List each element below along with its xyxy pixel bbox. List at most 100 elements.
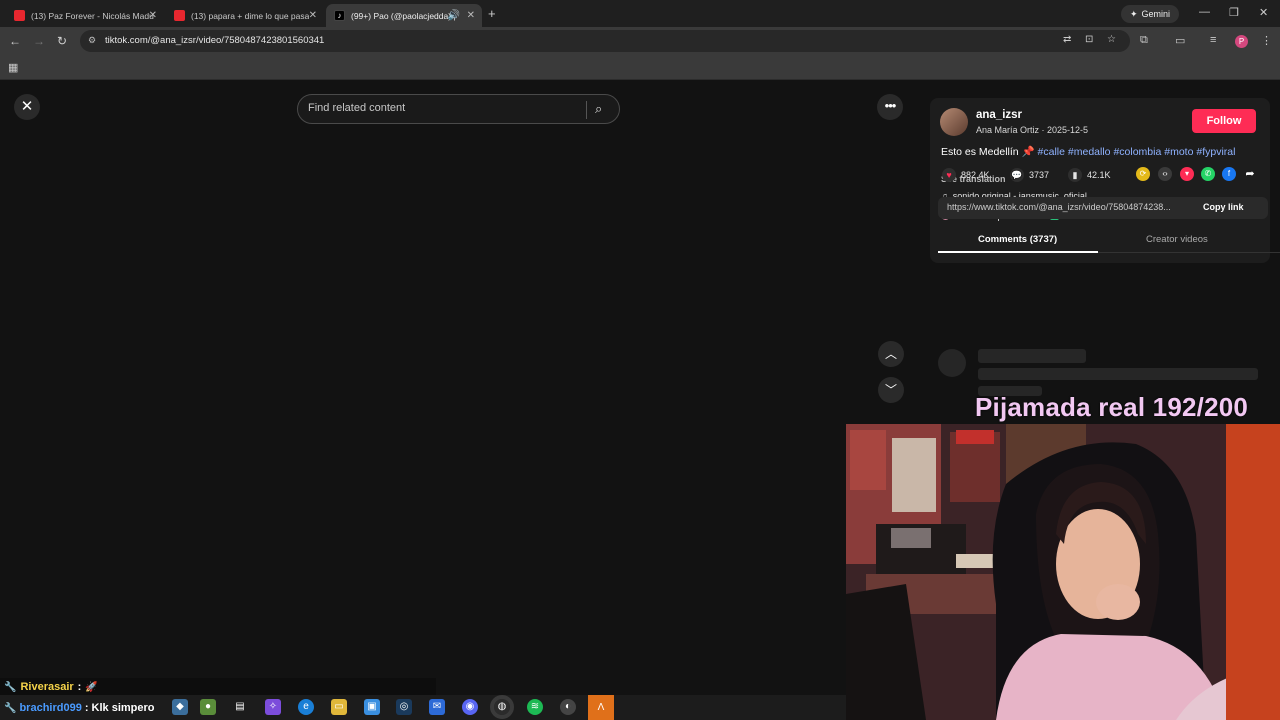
back-icon[interactable]: ← (9, 34, 21, 48)
reload-icon[interactable]: ↻ (57, 34, 67, 48)
close-tab-icon[interactable]: ✕ (149, 10, 157, 21)
chat-text: : (77, 681, 82, 693)
next-video-button[interactable]: ﹀ (878, 377, 904, 403)
browser-tab-1[interactable]: (13) Paz Forever - Nicolás Madu ✕ (6, 4, 164, 27)
profile-avatar[interactable]: P (1235, 35, 1248, 48)
hashtag-link[interactable]: #medallo (1068, 146, 1111, 158)
comment-count: 3737 (1029, 170, 1050, 180)
author-display-name: Ana María Ortiz (976, 125, 1040, 135)
like-button[interactable]: ♥ 882.4K (942, 168, 990, 182)
tab-title: (99+) Pao (@paolacjedda) | (351, 10, 456, 21)
copy-link-button[interactable]: Copy link (1203, 202, 1244, 212)
address-toolbar: ← → ↻ ⚙ tiktok.com/@ana_izsr/video/75804… (0, 27, 1280, 56)
search-icon[interactable]: ⌕ (595, 101, 602, 117)
save-button[interactable]: ▮ 42.1K (1068, 168, 1111, 182)
related-search-box[interactable]: ⌕ (297, 94, 620, 124)
chat-text: : Klk simpero (84, 702, 155, 714)
chat-username: brachird099 (19, 702, 82, 714)
app-icon[interactable]: Λ (588, 695, 614, 720)
follow-button[interactable]: Follow (1192, 109, 1256, 133)
like-count: 882.4K (961, 170, 990, 180)
more-options-button[interactable]: ••• (877, 94, 903, 120)
media-controls-icon[interactable]: ≡ (1210, 34, 1216, 46)
omnibox[interactable]: ⚙ tiktok.com/@ana_izsr/video/75804874238… (80, 30, 1130, 52)
translate-icon[interactable]: ⇄ (1063, 34, 1071, 45)
bookmark-icon: ▮ (1068, 168, 1082, 182)
close-tab-icon[interactable]: ✕ (467, 10, 475, 21)
webcam-feed (846, 424, 1280, 720)
badge-icon: 🔧 (4, 681, 17, 693)
facebook-icon[interactable]: f (1222, 167, 1236, 181)
previous-video-button[interactable]: ︿ (878, 341, 904, 367)
tab-creator-videos[interactable]: Creator videos (1146, 234, 1208, 245)
tab-title: (13) papara + dime lo que pasa (191, 10, 310, 21)
steam-icon[interactable]: ◎ (396, 699, 412, 715)
url-text[interactable]: tiktok.com/@ana_izsr/video/7580487423801… (105, 35, 324, 46)
stream-overlay-title: Pijamada real 192/200 (975, 392, 1249, 422)
site-info-icon[interactable]: ⚙ (88, 35, 96, 46)
app-icon[interactable]: ● (200, 699, 216, 715)
author-subinfo: Ana María Ortiz · 2025-12-5 (976, 125, 1089, 135)
whatsapp-icon[interactable]: ✆ (1201, 167, 1215, 181)
gemini-label: Gemini (1141, 9, 1171, 19)
hashtag-link[interactable]: #moto (1164, 146, 1193, 158)
spotify-icon[interactable]: ≋ (527, 699, 543, 715)
task-view-icon[interactable]: ▤ (232, 699, 248, 715)
copilot-icon[interactable]: ✧ (265, 699, 281, 715)
repost-share-icon[interactable]: ⟳ (1136, 167, 1150, 181)
close-window-icon[interactable]: ✕ (1259, 6, 1268, 19)
extensions-icon[interactable]: ⧉ (1140, 34, 1148, 47)
tiktok-icon: ♪ (334, 10, 345, 21)
comment-skeleton-avatar (938, 349, 966, 377)
post-date: 2025-12-5 (1047, 125, 1089, 135)
browser-tab-2[interactable]: (13) papara + dime lo que pasa ✕ (166, 4, 324, 27)
chat-message: 🔧 brachird099 : Klk simpero (4, 702, 155, 714)
author-username[interactable]: ana_izsr (976, 109, 1022, 121)
tab-title: (13) Paz Forever - Nicolás Madu (31, 10, 154, 21)
restore-icon[interactable]: ❐ (1229, 6, 1239, 19)
comment-skeleton-line (978, 368, 1258, 380)
video-link-url: https://www.tiktok.com/@ana_izsr/video/7… (947, 202, 1171, 212)
close-video-button[interactable]: ✕ (14, 94, 40, 120)
tab-comments[interactable]: Comments (3737) (978, 234, 1057, 245)
comment-button[interactable]: 💬 3737 (1010, 168, 1049, 182)
store-icon[interactable]: ▣ (364, 699, 380, 715)
embed-icon[interactable]: ‹› (1158, 167, 1172, 181)
youtube-icon (14, 10, 25, 21)
split-view-icon[interactable]: ▭ (1175, 34, 1185, 47)
menu-kebab-icon[interactable]: ⋮ (1261, 34, 1272, 47)
save-count: 42.1K (1087, 170, 1111, 180)
edge-icon[interactable]: e (298, 699, 314, 715)
author-avatar[interactable] (940, 108, 968, 136)
close-tab-icon[interactable]: ✕ (309, 10, 317, 21)
search-divider (586, 101, 587, 119)
install-app-icon[interactable]: ⊡ (1085, 34, 1093, 45)
browser-tab-3-active[interactable]: ♪ (99+) Pao (@paolacjedda) | 🔊 ✕ (326, 4, 482, 27)
share-arrow-icon[interactable]: ➦ (1243, 167, 1257, 181)
file-explorer-icon[interactable]: ▭ (331, 699, 347, 715)
video-caption: Esto es Medellín 📌 #calle #medallo #colo… (941, 145, 1241, 159)
sparkle-icon: ✦ (1130, 8, 1138, 19)
discord-icon[interactable]: ◉ (462, 699, 478, 715)
hashtag-link[interactable]: #calle (1038, 146, 1065, 158)
chrome-icon[interactable]: ◍ (490, 695, 514, 719)
minimize-icon[interactable]: — (1199, 6, 1210, 18)
comments-tabs: Comments (3737) Creator videos (938, 228, 1280, 253)
gemini-button[interactable]: ✦ Gemini (1121, 5, 1180, 23)
hashtag-link[interactable]: #colombia (1113, 146, 1161, 158)
copy-link-box: https://www.tiktok.com/@ana_izsr/video/7… (938, 197, 1268, 219)
send-to-friends-icon[interactable]: ▾ (1180, 167, 1194, 181)
new-tab-button[interactable]: + (488, 6, 496, 21)
bookmarks-bar: ▦ (0, 56, 1280, 80)
hashtag-link[interactable]: #fypviral (1196, 146, 1235, 158)
speaker-icon[interactable]: 🔊 (448, 10, 460, 21)
bookmark-star-icon[interactable]: ☆ (1107, 34, 1116, 45)
related-search-input[interactable] (308, 102, 578, 114)
app-icon[interactable]: ◆ (172, 699, 188, 715)
badge-icon: 🔧 (4, 702, 17, 714)
forward-icon[interactable]: → (33, 34, 45, 48)
obs-icon[interactable]: ◐ (560, 699, 576, 715)
active-tab-indicator (938, 251, 1098, 253)
app-icon[interactable]: ✉ (429, 699, 445, 715)
apps-grid-icon[interactable]: ▦ (8, 61, 18, 74)
